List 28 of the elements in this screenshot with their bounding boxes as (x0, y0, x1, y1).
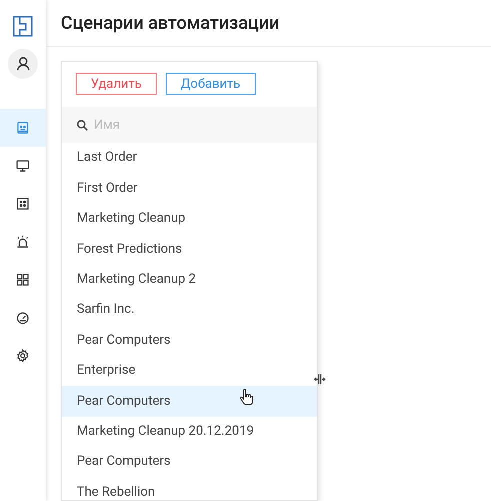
settings-icon (16, 349, 30, 363)
list-item[interactable]: Marketing Cleanup (62, 204, 317, 234)
list-item[interactable]: Pear Computers (62, 325, 317, 356)
delete-button[interactable]: Удалить (76, 73, 157, 95)
list-item[interactable]: Pear Computers (62, 386, 317, 417)
list-item[interactable]: First Order (62, 173, 317, 204)
list-item[interactable]: Enterprise (62, 356, 317, 386)
apps-icon (16, 273, 30, 287)
search-field[interactable]: Имя (62, 107, 317, 143)
page-title: Сценарии автоматизации (61, 12, 280, 36)
search-icon (77, 120, 88, 131)
gauge-icon (16, 311, 30, 325)
list-item[interactable]: Sarfin Inc. (62, 294, 317, 326)
logo-icon (13, 16, 33, 37)
list-item[interactable]: The Rebellion (62, 477, 317, 501)
list-item[interactable]: Forest Predictions (62, 234, 317, 265)
avatar[interactable] (8, 49, 38, 79)
resize-cursor-icon (314, 374, 326, 385)
list-item[interactable]: Marketing Cleanup 2 (62, 264, 317, 295)
list-item[interactable]: Pear Computers (62, 446, 317, 478)
user-icon (16, 57, 30, 71)
list-item[interactable]: Last Order (62, 143, 317, 174)
siren-icon (16, 235, 30, 249)
robot-icon (16, 121, 30, 135)
dots-grid-icon (16, 197, 30, 211)
list-item[interactable]: Marketing Cleanup 20.12.2019 (62, 416, 317, 447)
pointer-cursor-icon (240, 389, 254, 406)
monitor-icon (16, 159, 30, 173)
